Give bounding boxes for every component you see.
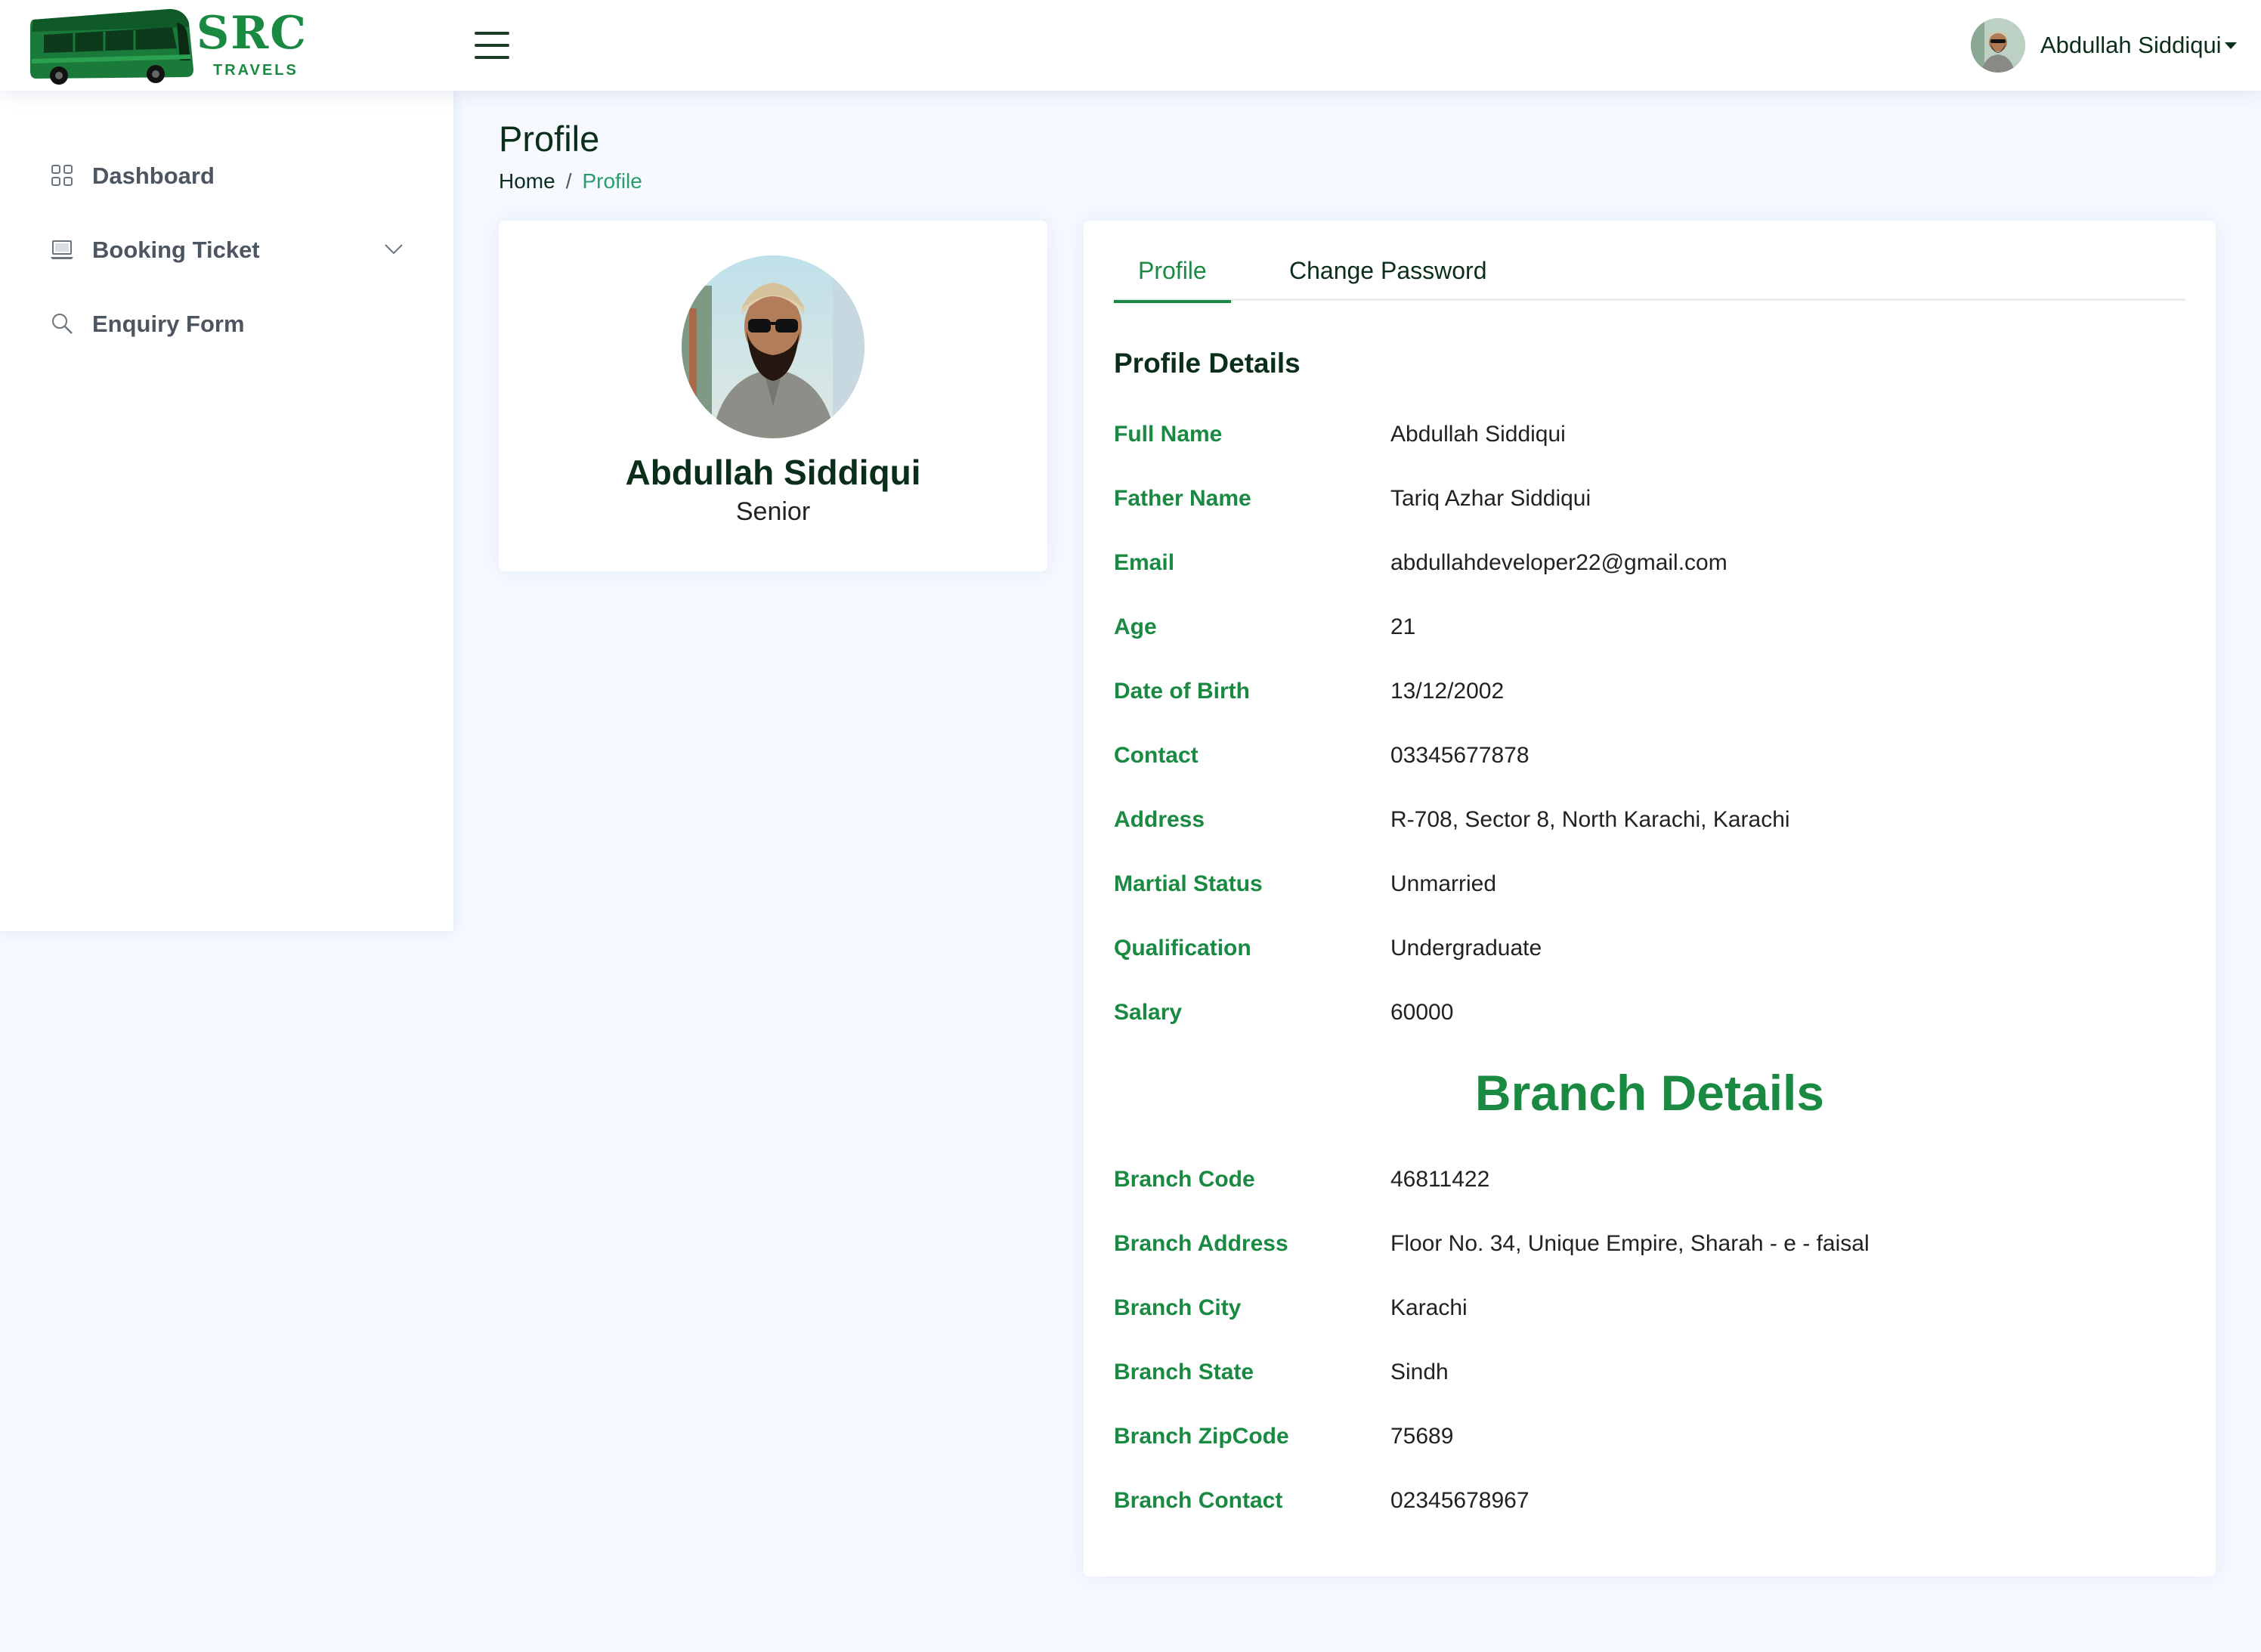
detail-value: 02345678967 [1390, 1488, 1530, 1513]
detail-row-age: Age 21 [1114, 614, 2185, 652]
detail-row-branch-city: Branch City Karachi [1114, 1295, 2185, 1333]
detail-label: Branch Address [1114, 1231, 1288, 1256]
logo-text: SRC [196, 7, 308, 60]
detail-row-email: Email abdullahdeveloper22@gmail.com [1114, 550, 2185, 588]
detail-row-father-name: Father Name Tariq Azhar Siddiqui [1114, 486, 2185, 524]
detail-value: Abdullah Siddiqui [1390, 422, 1566, 447]
detail-value: Floor No. 34, Unique Empire, Sharah - e … [1390, 1231, 1870, 1256]
detail-label: Age [1114, 614, 1157, 639]
breadcrumb-separator: / [565, 169, 572, 193]
logo-subtext: TRAVELS [213, 62, 298, 79]
detail-row-full-name: Full Name Abdullah Siddiqui [1114, 422, 2185, 459]
detail-label: Martial Status [1114, 871, 1263, 896]
detail-label: Contact [1114, 743, 1199, 768]
detail-value: Undergraduate [1390, 936, 1542, 961]
detail-row-address: Address R-708, Sector 8, North Karachi, … [1114, 807, 2185, 845]
hamburger-icon-bar [475, 44, 509, 47]
tab-profile[interactable]: Profile [1114, 257, 1231, 303]
detail-value: 75689 [1390, 1424, 1454, 1449]
breadcrumb: Home / Profile [499, 169, 642, 193]
detail-label: Date of Birth [1114, 679, 1250, 704]
detail-row-date-of-birth: Date of Birth 13/12/2002 [1114, 679, 2185, 716]
src-travels-logo[interactable]: SRC TRAVELS [29, 5, 308, 85]
breadcrumb-home-link[interactable]: Home [499, 169, 555, 193]
laptop-icon [51, 240, 73, 259]
detail-label: Branch Code [1114, 1167, 1255, 1192]
user-profile-dropdown[interactable]: Abdullah Siddiqui [1971, 17, 2243, 74]
detail-label: Salary [1114, 1000, 1183, 1025]
detail-row-qualification: Qualification Undergraduate [1114, 936, 2185, 973]
detail-value: Sindh [1390, 1360, 1449, 1384]
tab-change-password[interactable]: Change Password [1265, 257, 1511, 301]
chevron-down-icon[interactable] [382, 237, 405, 260]
caret-down-icon [2225, 42, 2237, 49]
bus-icon [30, 9, 193, 85]
detail-label: Email [1114, 550, 1175, 575]
detail-value: 03345677878 [1390, 743, 1530, 768]
detail-value: 13/12/2002 [1390, 679, 1505, 704]
user-photo [1971, 18, 2025, 73]
detail-value: Karachi [1390, 1295, 1468, 1320]
detail-value: 21 [1390, 614, 1416, 639]
profile-summary-card: Abdullah Siddiqui Senior [499, 221, 1047, 571]
profile-details-heading: Profile Details [1114, 348, 1301, 379]
page-title: Profile [499, 119, 600, 159]
grid-icon [51, 165, 73, 186]
detail-row-branch-address: Branch Address Floor No. 34, Unique Empi… [1114, 1231, 2185, 1269]
detail-label: Branch ZipCode [1114, 1424, 1289, 1449]
detail-value: 60000 [1390, 1000, 1454, 1025]
profile-photo [682, 255, 865, 438]
detail-label: Full Name [1114, 422, 1223, 447]
detail-value: Unmarried [1390, 871, 1497, 896]
detail-label: Address [1114, 807, 1205, 832]
detail-row-salary: Salary 60000 [1114, 1000, 2185, 1038]
profile-role: Senior [735, 497, 811, 526]
avatar [1971, 18, 2025, 73]
breadcrumb-current: Profile [582, 169, 642, 193]
detail-row-marital-status: Martial Status Unmarried [1114, 871, 2185, 909]
detail-label: Branch State [1114, 1360, 1254, 1384]
sidebar-item-label: Booking Ticket [92, 237, 260, 263]
user-name-label: Abdullah Siddiqui [2040, 32, 2222, 58]
profile-details-card: Profile Change Password Profile Details … [1084, 221, 2216, 1576]
search-icon [52, 314, 73, 334]
sidebar-toggle-button[interactable] [475, 29, 509, 62]
detail-label: Branch City [1114, 1295, 1242, 1320]
detail-row-branch-code: Branch Code 46811422 [1114, 1167, 2185, 1205]
user-photo [682, 255, 865, 438]
detail-value: 46811422 [1390, 1167, 1490, 1192]
detail-row-branch-state: Branch State Sindh [1114, 1360, 2185, 1397]
hamburger-icon-bar [475, 32, 509, 35]
detail-row-contact: Contact 03345677878 [1114, 743, 2185, 781]
profile-tabs: Profile Change Password [1114, 257, 2185, 303]
top-header: SRC TRAVELS Abdullah Siddiqui [0, 0, 2261, 91]
detail-row-branch-zipcode: Branch ZipCode 75689 [1114, 1424, 2185, 1462]
detail-value: Tariq Azhar Siddiqui [1390, 486, 1591, 511]
branch-details-heading: Branch Details [1474, 1065, 1825, 1121]
sidebar-item-enquiry-form[interactable]: Enquiry Form [50, 301, 405, 346]
detail-row-branch-contact: Branch Contact 02345678967 [1114, 1488, 2185, 1526]
sidebar-item-dashboard[interactable]: Dashboard [50, 153, 405, 198]
sidebar-item-booking-ticket[interactable]: Booking Ticket [50, 227, 405, 272]
hamburger-icon-bar [475, 56, 509, 59]
detail-value: R-708, Sector 8, North Karachi, Karachi [1390, 807, 1790, 832]
detail-label: Father Name [1114, 486, 1251, 511]
detail-value: abdullahdeveloper22@gmail.com [1390, 550, 1727, 575]
sidebar-item-label: Dashboard [92, 162, 215, 189]
detail-label: Qualification [1114, 936, 1251, 961]
sidebar-item-label: Enquiry Form [92, 311, 245, 337]
detail-label: Branch Contact [1114, 1488, 1283, 1513]
sidebar: Dashboard Booking Ticket Enquiry Form [0, 91, 453, 931]
profile-name: Abdullah Siddiqui [625, 453, 921, 492]
